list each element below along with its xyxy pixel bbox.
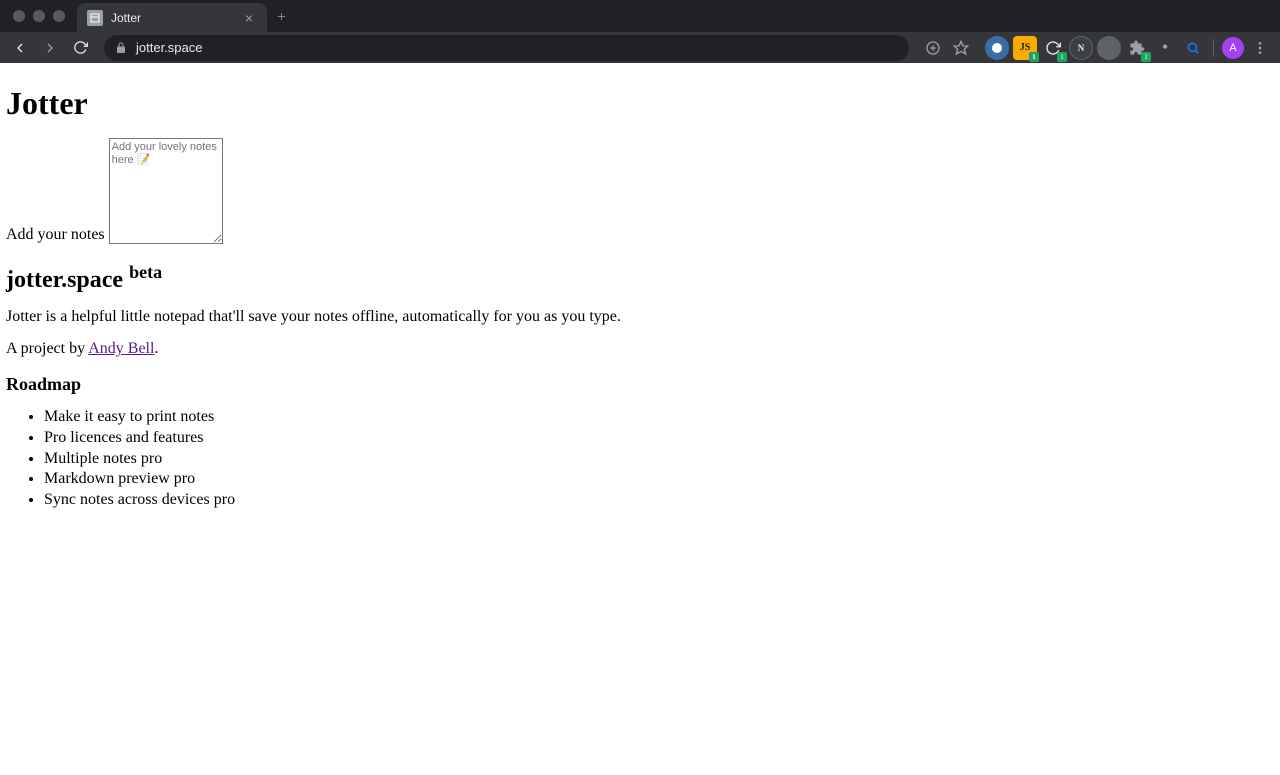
extensions-area: JS1 1 N 1 • A — [985, 36, 1272, 60]
forward-button[interactable] — [38, 36, 62, 60]
list-item: Multiple notes pro — [44, 449, 1274, 470]
extension-badge: 1 — [1029, 52, 1039, 62]
site-title-text: jotter.space — [6, 267, 129, 293]
roadmap-heading: Roadmap — [6, 374, 1274, 395]
avatar-initial: A — [1229, 42, 1236, 54]
bookmark-icon[interactable] — [949, 36, 973, 60]
extension-icon-4[interactable]: N — [1069, 36, 1093, 60]
reload-button[interactable] — [68, 36, 92, 60]
site-description: Jotter is a helpful little notepad that'… — [6, 308, 1274, 326]
extension-icon-6[interactable]: 1 — [1125, 36, 1149, 60]
page-title: Jotter — [6, 85, 1274, 122]
beta-badge: beta — [129, 262, 162, 282]
tab-title: Jotter — [111, 11, 233, 25]
back-button[interactable] — [8, 36, 32, 60]
extension-badge: 1 — [1141, 52, 1151, 62]
notes-label: Add your notes — [6, 226, 105, 244]
extension-icon-5[interactable] — [1097, 36, 1121, 60]
list-item: Make it easy to print notes — [44, 407, 1274, 428]
browser-toolbar: jotter.space JS1 1 N 1 • — [0, 32, 1280, 63]
notes-row: Add your notes — [6, 138, 1274, 244]
notes-textarea[interactable] — [109, 138, 223, 244]
tab-bar: Jotter × + — [0, 0, 1280, 32]
roadmap-list: Make it easy to print notes Pro licences… — [44, 407, 1274, 511]
minimize-window-icon[interactable] — [33, 10, 45, 22]
window-controls — [13, 10, 65, 22]
extension-icon-3[interactable]: 1 — [1041, 36, 1065, 60]
list-item: Markdown preview pro — [44, 469, 1274, 490]
author-link[interactable]: Andy Bell — [88, 340, 154, 357]
byline-suffix: . — [154, 340, 158, 357]
url-action-icons — [921, 36, 973, 60]
lock-icon — [114, 41, 128, 55]
extension-icon-7[interactable]: • — [1153, 36, 1177, 60]
extension-icon-2[interactable]: JS1 — [1013, 36, 1037, 60]
address-bar[interactable]: jotter.space — [104, 35, 909, 61]
list-item: Sync notes across devices pro — [44, 490, 1274, 511]
byline: A project by Andy Bell. — [6, 340, 1274, 358]
tab-close-icon[interactable]: × — [241, 10, 257, 26]
extension-icon-8[interactable] — [1181, 36, 1205, 60]
profile-avatar[interactable]: A — [1222, 37, 1244, 59]
tab-favicon-icon — [87, 10, 103, 26]
new-tab-button[interactable]: + — [277, 9, 286, 27]
maximize-window-icon[interactable] — [53, 10, 65, 22]
close-window-icon[interactable] — [13, 10, 25, 22]
site-title: jotter.space beta — [6, 262, 1274, 294]
browser-chrome: Jotter × + jotter.space — [0, 0, 1280, 63]
install-app-icon[interactable] — [921, 36, 945, 60]
page-content: Jotter Add your notes jotter.space beta … — [0, 63, 1280, 517]
toolbar-divider — [1213, 39, 1214, 57]
byline-prefix: A project by — [6, 340, 88, 357]
browser-tab[interactable]: Jotter × — [77, 3, 267, 33]
browser-menu-button[interactable] — [1248, 36, 1272, 60]
list-item: Pro licences and features — [44, 428, 1274, 449]
extension-icon-1[interactable] — [985, 36, 1009, 60]
extension-badge: 1 — [1057, 52, 1067, 62]
url-text: jotter.space — [136, 40, 899, 55]
